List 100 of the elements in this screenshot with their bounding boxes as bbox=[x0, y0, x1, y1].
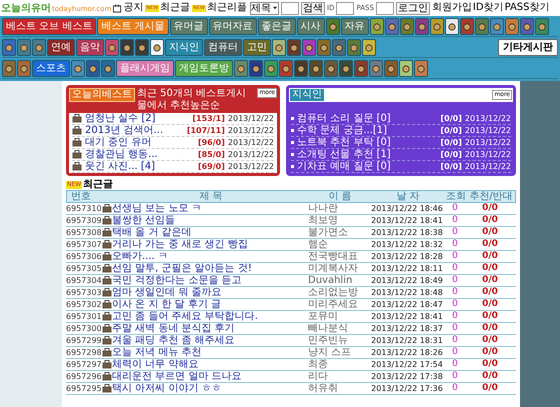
board-tab[interactable]: 좋은글 bbox=[258, 18, 296, 35]
board-button[interactable] bbox=[272, 39, 286, 56]
board-button[interactable] bbox=[120, 39, 134, 56]
post-link[interactable]: 2013년 검색어... bbox=[85, 125, 164, 136]
post-link[interactable]: 경찰관님 행동... bbox=[85, 149, 158, 160]
board-button[interactable] bbox=[309, 60, 323, 77]
post-link[interactable]: 수학 문제 궁금...[1] bbox=[297, 125, 388, 136]
board-button[interactable] bbox=[384, 60, 398, 77]
board-button[interactable] bbox=[520, 18, 534, 35]
post-link[interactable]: 엄청난 실수 [2] bbox=[85, 113, 156, 124]
board-button[interactable] bbox=[317, 39, 331, 56]
other-boards-button[interactable]: 기타게시판 bbox=[498, 39, 558, 56]
board-button[interactable] bbox=[400, 18, 414, 35]
post-link[interactable]: 겨울 패딩 추천 좀 해주세요 bbox=[112, 335, 308, 346]
post-link[interactable]: 고민 좀 들어 주세요 부탁합니다. bbox=[112, 311, 308, 322]
password-field[interactable] bbox=[376, 2, 394, 14]
board-button[interactable] bbox=[326, 18, 340, 35]
board-button[interactable] bbox=[414, 18, 429, 35]
column-header: 날 자 bbox=[395, 191, 421, 202]
post-link[interactable]: 컴퓨터 소리 질문 [0] bbox=[297, 113, 391, 124]
board-tab[interactable]: 자유 bbox=[340, 18, 369, 35]
board-tab[interactable]: 유머자료 bbox=[208, 18, 257, 35]
header-link[interactable]: 공지 bbox=[113, 2, 144, 14]
search-button[interactable]: 검색 bbox=[300, 2, 325, 14]
board-button[interactable] bbox=[444, 18, 459, 35]
post-link[interactable]: 주말 새벽 동네 분식집 후기 bbox=[112, 323, 308, 334]
board-button[interactable] bbox=[264, 60, 278, 77]
board-button[interactable] bbox=[287, 39, 301, 56]
board-tab[interactable]: 시사 bbox=[296, 18, 325, 35]
board-button[interactable] bbox=[302, 39, 316, 56]
post-link[interactable]: 오빠가.... ㅋ bbox=[112, 251, 308, 262]
post-link[interactable]: 웃긴 사진... [4] bbox=[85, 161, 156, 172]
post-link[interactable]: 엄마 생일인데 뭐 줄까요 bbox=[112, 287, 308, 298]
post-link[interactable]: 대기 중인 유머 bbox=[85, 137, 152, 148]
post-link[interactable]: 선생님 보는 노모 ㅋ bbox=[112, 203, 308, 214]
board-tab[interactable]: 스포츠 bbox=[32, 60, 70, 77]
board-button[interactable] bbox=[474, 18, 489, 35]
board-button[interactable] bbox=[324, 60, 338, 77]
board-button[interactable] bbox=[370, 18, 384, 35]
board-button[interactable] bbox=[86, 60, 100, 77]
board-button[interactable] bbox=[234, 60, 248, 77]
post-link[interactable]: 오늘 저녁 메뉴 추천 bbox=[112, 347, 308, 358]
board-tab[interactable]: 고민 bbox=[243, 39, 271, 56]
post-date: 2013/12/22 18:11 bbox=[370, 263, 444, 274]
board-tab[interactable]: 베스트 오브 베스트 bbox=[2, 18, 96, 35]
field-select[interactable]: 제목 bbox=[250, 2, 279, 14]
board-button[interactable] bbox=[332, 39, 346, 56]
board-button[interactable] bbox=[279, 60, 293, 77]
post-link[interactable]: 택시 아저씨 이야기 ㅎㅎ bbox=[112, 383, 308, 394]
board-button[interactable] bbox=[249, 60, 263, 77]
board-button[interactable] bbox=[150, 39, 164, 56]
board-button[interactable] bbox=[71, 60, 85, 77]
vote-count: 0/0 bbox=[481, 359, 499, 370]
board-button[interactable] bbox=[354, 60, 368, 77]
post-link[interactable]: 국민 걱정한다는 소문을 듣고 bbox=[112, 275, 308, 286]
account-link[interactable]: 회원가입 bbox=[432, 2, 472, 14]
board-button[interactable] bbox=[534, 18, 549, 35]
panel-tab[interactable]: 지식인 bbox=[290, 89, 324, 101]
login-button[interactable]: 로그인 bbox=[396, 2, 430, 14]
board-tab[interactable]: 지식인 bbox=[165, 39, 203, 56]
board-button[interactable] bbox=[384, 18, 399, 35]
board-button[interactable] bbox=[2, 60, 16, 77]
board-button[interactable] bbox=[105, 39, 119, 56]
board-button[interactable] bbox=[490, 18, 504, 35]
board-tab[interactable]: 유머글 bbox=[170, 18, 208, 35]
account-link[interactable]: PASS찾기 bbox=[504, 2, 550, 14]
board-button[interactable] bbox=[32, 39, 46, 56]
search-field[interactable] bbox=[280, 2, 299, 14]
post-link[interactable]: 선임 말투, 군필은 알아듣는 것! bbox=[112, 263, 308, 274]
post-link[interactable]: 택배 올 거 같은데 bbox=[112, 227, 308, 238]
board-button[interactable] bbox=[135, 39, 149, 56]
post-link[interactable]: 불쌍한 선임들 bbox=[112, 215, 308, 226]
board-button[interactable] bbox=[294, 60, 308, 77]
board-button[interactable] bbox=[17, 60, 31, 77]
board-button[interactable] bbox=[414, 60, 428, 77]
author-name: 최종 bbox=[308, 359, 329, 370]
account-link[interactable]: ID찾기 bbox=[472, 2, 504, 14]
post-link[interactable]: 노트북 추천 부탁 [0] bbox=[297, 137, 391, 148]
board-button[interactable] bbox=[460, 18, 474, 35]
post-link[interactable]: 거리나 가는 중 새로 생긴 빵집 bbox=[112, 239, 308, 250]
board-button[interactable] bbox=[362, 39, 376, 56]
board-tab[interactable]: 연예 bbox=[47, 39, 75, 56]
board-button[interactable] bbox=[339, 60, 353, 77]
board-button[interactable] bbox=[504, 18, 519, 35]
post-link[interactable]: 대리운전 부르면 얼마 드나요 bbox=[112, 371, 308, 382]
board-button[interactable] bbox=[430, 18, 444, 35]
post-link[interactable]: 소개팅 선물 추천 [1] bbox=[297, 149, 391, 160]
board-button[interactable] bbox=[2, 39, 16, 56]
board-button[interactable] bbox=[101, 60, 115, 77]
post-link[interactable]: 기차표 예매 질문 [0] bbox=[297, 161, 391, 172]
post-link[interactable]: 이사 온 지 한 달 후기 글 bbox=[112, 299, 308, 310]
post-link[interactable]: 체력이 너무 약해요 bbox=[112, 359, 308, 370]
board-button[interactable] bbox=[347, 39, 361, 56]
board-button[interactable] bbox=[369, 60, 383, 77]
id-field[interactable] bbox=[336, 2, 354, 14]
board-tab[interactable]: 컴퓨터 bbox=[204, 39, 242, 56]
view-count: 0 bbox=[451, 203, 459, 214]
board-button[interactable] bbox=[399, 60, 413, 77]
board-button[interactable] bbox=[17, 39, 31, 56]
board-tab[interactable]: 음악 bbox=[76, 39, 104, 56]
